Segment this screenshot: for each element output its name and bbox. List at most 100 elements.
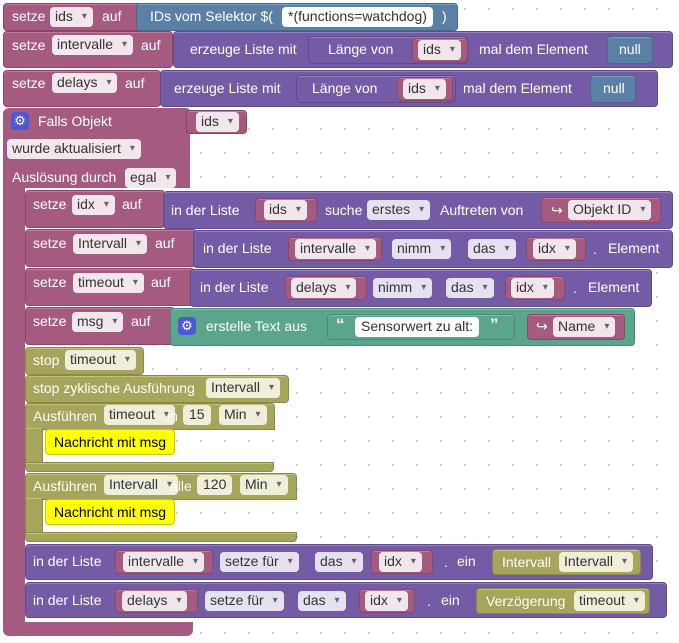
intervall-dropdown[interactable]: Intervall	[206, 378, 281, 398]
intervall-dropdown[interactable]: Intervall	[104, 475, 179, 495]
intervall-label: Intervall	[502, 554, 552, 570]
set-label: setze	[12, 37, 46, 53]
delays-dropdown[interactable]: delays	[122, 591, 188, 611]
gear-icon[interactable]: ⚙	[11, 112, 29, 130]
name-dropdown[interactable]: Name	[553, 317, 616, 337]
interval-value-field[interactable]: 120	[197, 475, 233, 495]
operation-dropdown[interactable]: nimm	[373, 278, 433, 298]
length-of-label: Länge von	[312, 80, 378, 96]
position-dropdown[interactable]: das	[298, 591, 346, 611]
idx-dropdown[interactable]: idx	[379, 552, 422, 572]
occurrence-dropdown[interactable]: erstes	[367, 200, 431, 220]
timeout-block-bottom	[25, 462, 274, 472]
occurrence-label: Auftreten von	[440, 202, 524, 218]
position-dropdown[interactable]: das	[446, 278, 494, 298]
set-label: setze	[33, 274, 67, 290]
run-label: Ausführen	[33, 408, 97, 424]
position-dropdown[interactable]: das	[315, 552, 363, 572]
event-dropdown[interactable]: wurde aktualisiert	[7, 139, 141, 159]
null-label: null	[619, 41, 641, 57]
variable-dropdown-msg[interactable]: msg	[72, 312, 124, 332]
delays-dropdown[interactable]: delays	[291, 278, 357, 298]
to-label: auf	[141, 37, 161, 53]
selector-field[interactable]: *(functions=watchdog)	[282, 7, 433, 27]
intervall-dropdown[interactable]: Intervall	[559, 552, 634, 572]
stop-label: stop	[33, 352, 60, 368]
operation-dropdown[interactable]: setze für	[220, 552, 299, 572]
comment-block[interactable]: Nachricht mit msg	[45, 429, 176, 455]
set-label: setze	[33, 196, 67, 212]
in-list-label: in der Liste	[200, 279, 269, 295]
position-dropdown[interactable]: das	[468, 239, 516, 259]
operation-dropdown[interactable]: nimm	[392, 239, 452, 259]
timeout-dropdown[interactable]: timeout	[65, 350, 136, 370]
idx-dropdown[interactable]: idx	[533, 239, 576, 259]
object-id-dropdown[interactable]: Objekt ID	[568, 200, 652, 220]
create-list-label: erzeuge Liste mit	[190, 41, 297, 57]
times-element-label: mal dem Element	[463, 80, 572, 96]
as-label: ein	[441, 592, 460, 608]
intervalle-dropdown[interactable]: intervalle	[123, 552, 205, 572]
element-label: Element	[588, 279, 640, 295]
interval-block-side	[25, 498, 43, 534]
text-field[interactable]: Sensorwert zu alt:	[355, 317, 480, 337]
return-arrow-icon: ↪	[536, 318, 548, 334]
create-text-label: erstelle Text aus	[206, 318, 307, 334]
interval-block-bottom	[25, 532, 297, 542]
ids-dropdown[interactable]: ids	[196, 112, 239, 132]
dot: .	[427, 593, 431, 609]
open-quote-icon: “	[336, 315, 345, 334]
dot: .	[593, 241, 597, 257]
trigger-label: Falls Objekt	[38, 113, 112, 129]
timeout-block-side	[25, 428, 43, 464]
intervalle-dropdown[interactable]: intervalle	[295, 239, 377, 259]
selector-label: IDs vom Selektor $(	[150, 8, 273, 24]
ids-dropdown[interactable]: ids	[403, 79, 446, 99]
gear-icon[interactable]: ⚙	[178, 317, 196, 335]
every-label: alle	[170, 478, 192, 494]
variable-dropdown-timeout[interactable]: timeout	[73, 273, 144, 293]
to-label: auf	[151, 274, 171, 290]
ids-dropdown[interactable]: ids	[264, 200, 307, 220]
ids-dropdown[interactable]: ids	[418, 40, 461, 60]
dot: .	[573, 280, 577, 296]
as-label: ein	[457, 553, 476, 569]
set-label: setze	[12, 75, 46, 91]
times-element-label: mal dem Element	[479, 41, 588, 57]
length-of-label: Länge von	[328, 41, 394, 57]
variable-dropdown-intervalle[interactable]: intervalle	[52, 35, 134, 55]
variable-dropdown-ids[interactable]: ids	[50, 7, 93, 27]
run-label: Ausführen	[33, 478, 97, 494]
variable-dropdown-idx[interactable]: idx	[72, 195, 115, 215]
operation-dropdown[interactable]: setze für	[205, 591, 284, 611]
to-label: auf	[122, 196, 142, 212]
comment-block[interactable]: Nachricht mit msg	[45, 499, 176, 525]
unit-dropdown[interactable]: Min	[240, 475, 288, 495]
trigger-by-label: Auslösung durch	[12, 169, 117, 185]
to-label: auf	[125, 75, 145, 91]
delay-value-field[interactable]: 15	[183, 405, 211, 425]
dot: .	[444, 554, 448, 570]
trigger-block-bottom	[3, 622, 193, 636]
to-label: auf	[155, 235, 175, 251]
close-quote-icon: ”	[490, 315, 499, 334]
timeout-dropdown[interactable]: timeout	[104, 405, 175, 425]
unit-dropdown[interactable]: Min	[219, 405, 267, 425]
to-label: auf	[102, 8, 122, 24]
find-label: suche	[325, 202, 363, 218]
idx-dropdown[interactable]: idx	[511, 278, 554, 298]
in-list-label: in der Liste	[33, 592, 102, 608]
timeout-dropdown[interactable]: timeout	[574, 591, 645, 611]
null-label: null	[603, 80, 625, 96]
trigger-value-dropdown[interactable]: egal	[125, 168, 177, 188]
idx-dropdown[interactable]: idx	[365, 591, 408, 611]
set-label: setze	[33, 235, 67, 251]
variable-dropdown-intervall[interactable]: Intervall	[73, 234, 148, 254]
delay-label: Verzögerung	[486, 593, 566, 609]
in-label: in	[167, 408, 178, 424]
selector-close: )	[442, 8, 447, 24]
stop-interval-label: stop zyklische Ausführung	[33, 380, 195, 396]
to-label: auf	[131, 313, 151, 329]
variable-dropdown-delays[interactable]: delays	[52, 73, 118, 93]
set-label: setze	[12, 8, 46, 24]
